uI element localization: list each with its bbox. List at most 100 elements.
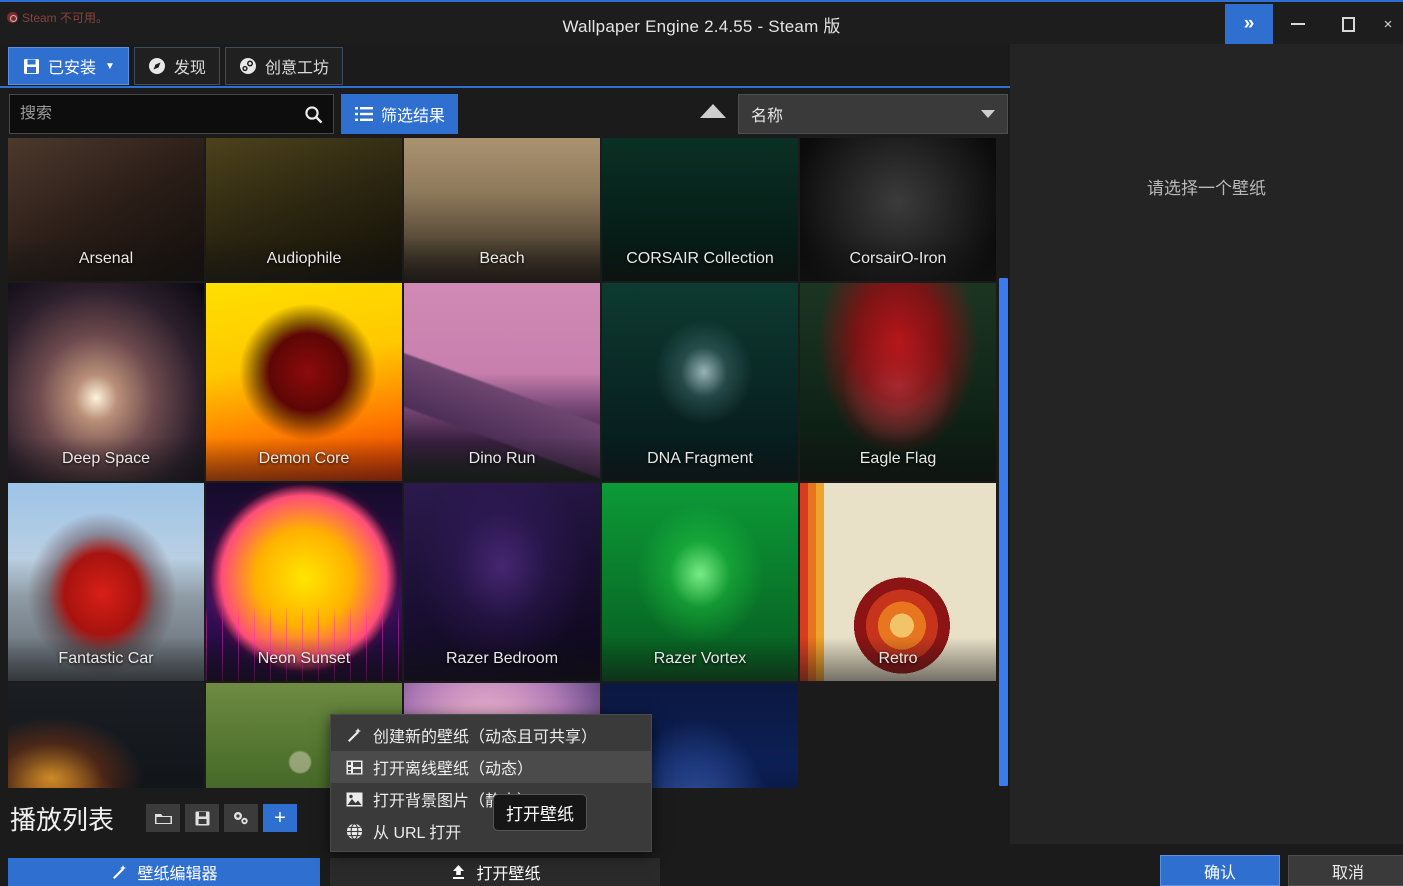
tab-workshop-label: 创意工坊 xyxy=(264,60,329,77)
tab-group: 已安装 ▼ 发现 创意工坊 xyxy=(8,47,343,85)
wallpaper-engine-window: Steam 不可用。 Wallpaper Engine 2.4.55 - Ste… xyxy=(0,0,1403,886)
title-bar: Steam 不可用。 Wallpaper Engine 2.4.55 - Ste… xyxy=(0,0,1403,44)
detail-pane-empty-message: 请选择一个壁纸 xyxy=(1147,179,1266,198)
open-wallpaper-label: 打开壁纸 xyxy=(476,866,541,883)
menu-item-open-from-url[interactable]: 从 URL 打开 xyxy=(331,815,651,847)
wallpaper-title: Razer Vortex xyxy=(602,637,798,681)
tab-installed[interactable]: 已安装 ▼ xyxy=(8,47,129,85)
accent-divider xyxy=(0,86,1010,88)
playlist-open-folder-button[interactable] xyxy=(146,804,180,832)
folder-icon xyxy=(154,809,173,828)
image-icon xyxy=(345,790,364,809)
ricepod-ship xyxy=(8,683,204,788)
steam-icon xyxy=(239,57,258,76)
wallpaper-title: Fantastic Car xyxy=(8,637,204,681)
wallpaper-card[interactable]: CorsairO-Iron xyxy=(800,138,996,281)
search-box[interactable] xyxy=(9,94,334,134)
wallpaper-grid: Arsenal Audiophile Beach CORSAIR Collect… xyxy=(8,138,996,788)
tab-workshop[interactable]: 创意工坊 xyxy=(224,47,343,85)
menu-item-create-new-wallpaper[interactable]: 创建新的壁纸（动态且可共享） xyxy=(331,719,651,751)
wallpaper-card[interactable]: CORSAIR Collection xyxy=(602,138,798,281)
wallpaper-card[interactable]: Deep Space xyxy=(8,283,204,481)
wallpaper-card[interactable]: Neon Sunset xyxy=(206,483,402,681)
close-button[interactable]: × xyxy=(1373,4,1403,44)
filter-results-button[interactable]: 筛选结果 xyxy=(341,94,459,134)
open-wallpaper-button[interactable]: 打开壁纸 xyxy=(330,858,660,886)
wallpaper-title: CORSAIR Collection xyxy=(602,237,798,281)
detail-pane: 请选择一个壁纸 xyxy=(1010,44,1403,844)
wallpaper-title: Razer Bedroom xyxy=(404,637,600,681)
tab-discover-label: 发现 xyxy=(173,60,206,77)
tab-discover[interactable]: 发现 xyxy=(133,47,220,85)
menu-item-label: 创建新的壁纸（动态且可共享） xyxy=(373,729,598,746)
wallpaper-grid-viewport[interactable]: Arsenal Audiophile Beach CORSAIR Collect… xyxy=(0,138,1010,788)
gears-icon xyxy=(232,809,251,828)
sort-select[interactable]: 名称 xyxy=(738,94,1008,134)
dialog-buttons: 确认 取消 xyxy=(1160,855,1403,886)
wallpaper-editor-button[interactable]: 壁纸编辑器 xyxy=(8,858,320,886)
menu-item-label: 从 URL 打开 xyxy=(373,825,462,842)
filter-list-icon xyxy=(354,105,373,124)
chevron-down-icon xyxy=(981,110,995,118)
save-icon xyxy=(193,809,212,828)
playlist-title: 播放列表 xyxy=(10,805,115,835)
wallpaper-card[interactable]: Arsenal xyxy=(8,138,204,281)
wallpaper-title: Beach xyxy=(404,237,600,281)
tab-installed-label: 已安装 xyxy=(48,60,97,77)
sort-direction-toggle[interactable] xyxy=(700,104,726,118)
wallpaper-title: Retro xyxy=(800,637,996,681)
wallpaper-title: Audiophile xyxy=(206,237,402,281)
expand-icon[interactable]: » xyxy=(1225,4,1273,44)
wallpaper-title: Eagle Flag xyxy=(800,437,996,481)
sort-select-value: 名称 xyxy=(751,108,784,125)
maximize-icon xyxy=(1341,16,1355,32)
confirm-button[interactable]: 确认 xyxy=(1160,855,1280,886)
wallpaper-title: Demon Core xyxy=(206,437,402,481)
playlist-add-button[interactable]: + xyxy=(263,804,297,832)
minimize-icon xyxy=(1291,23,1305,25)
wand-icon xyxy=(110,863,129,882)
playlist-buttons: + xyxy=(146,804,297,832)
wallpaper-card[interactable]: Razer Bedroom xyxy=(404,483,600,681)
wallpaper-title: DNA Fragment xyxy=(602,437,798,481)
wallpaper-card[interactable]: Retro xyxy=(800,483,996,681)
window-title: Wallpaper Engine 2.4.55 - Steam 版 xyxy=(562,17,841,36)
wallpaper-title: Dino Run xyxy=(404,437,600,481)
minimize-button[interactable] xyxy=(1273,4,1323,44)
search-input[interactable] xyxy=(20,105,304,123)
wallpaper-card[interactable]: DNA Fragment xyxy=(602,283,798,481)
wallpaper-title: CorsairO-Iron xyxy=(800,237,996,281)
wallpaper-card[interactable]: Ricepod xyxy=(8,683,204,788)
wallpaper-card[interactable]: Eagle Flag xyxy=(800,283,996,481)
grid-scrollbar[interactable] xyxy=(999,278,1008,786)
search-icon[interactable] xyxy=(304,105,323,124)
wallpaper-title: Deep Space xyxy=(8,437,204,481)
search-bar: 筛选结果 名称 xyxy=(0,90,1010,138)
cancel-button[interactable]: 取消 xyxy=(1288,855,1403,886)
filter-results-label: 筛选结果 xyxy=(381,108,446,125)
wallpaper-card[interactable]: Dino Run xyxy=(404,283,600,481)
playlist-settings-button[interactable] xyxy=(224,804,258,832)
film-icon xyxy=(345,758,364,777)
open-wallpaper-context-menu: 创建新的壁纸（动态且可共享） 打开离线壁纸（动态） 打开背景图片（静态） 从 U… xyxy=(330,714,652,852)
globe-icon xyxy=(345,822,364,841)
wallpaper-card[interactable]: Beach xyxy=(404,138,600,281)
wand-icon xyxy=(345,726,364,745)
maximize-button[interactable] xyxy=(1323,4,1373,44)
chevron-down-icon: ▼ xyxy=(105,60,115,72)
wallpaper-card[interactable]: Audiophile xyxy=(206,138,402,281)
wallpaper-card[interactable]: Demon Core xyxy=(206,283,402,481)
wallpaper-card[interactable]: Razer Vortex xyxy=(602,483,798,681)
menu-item-open-offline-wallpaper[interactable]: 打开离线壁纸（动态） xyxy=(331,751,651,783)
compass-icon xyxy=(148,57,167,76)
menu-item-label: 打开离线壁纸（动态） xyxy=(373,761,534,778)
menu-item-open-background-image[interactable]: 打开背景图片（静态） xyxy=(331,783,651,815)
wallpaper-editor-label: 壁纸编辑器 xyxy=(137,866,218,883)
window-controls: » × xyxy=(1225,4,1403,44)
wallpaper-title: Neon Sunset xyxy=(206,637,402,681)
open-wallpaper-tooltip: 打开壁纸 xyxy=(493,794,587,831)
upload-icon xyxy=(449,863,468,882)
playlist-save-button[interactable] xyxy=(185,804,219,832)
wallpaper-card[interactable]: Fantastic Car xyxy=(8,483,204,681)
wallpaper-title: Arsenal xyxy=(8,237,204,281)
